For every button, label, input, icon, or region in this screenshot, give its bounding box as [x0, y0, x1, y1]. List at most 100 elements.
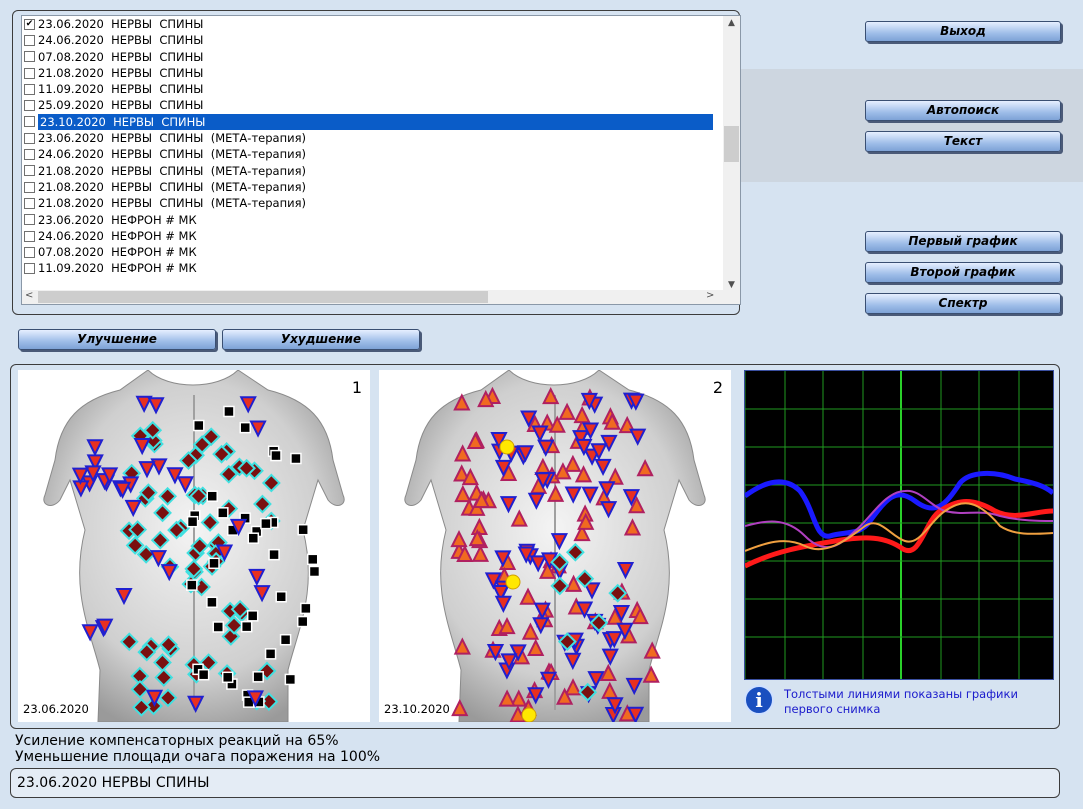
- marker-square: [260, 517, 272, 530]
- marker-square: [212, 621, 225, 633]
- vertical-scroll-thumb[interactable]: [724, 126, 739, 162]
- autosearch-button[interactable]: Автопоиск: [865, 100, 1061, 121]
- list-item[interactable]: 11.09.2020 НЕРВЫ СПИНЫ: [22, 81, 724, 97]
- checkbox[interactable]: [24, 165, 35, 177]
- marker-square: [270, 449, 282, 462]
- checkbox[interactable]: [24, 116, 35, 128]
- list-item[interactable]: 07.08.2020 НЕРВЫ СПИНЫ: [22, 49, 724, 65]
- marker-square: [268, 548, 280, 561]
- list-item[interactable]: 24.06.2020 НЕФРОН # МК: [22, 228, 724, 244]
- checkbox[interactable]: [24, 214, 35, 226]
- list-item[interactable]: 07.08.2020 НЕФРОН # МК: [22, 244, 724, 260]
- list-item[interactable]: 11.09.2020 НЕФРОН # МК: [22, 260, 724, 276]
- marker-square: [186, 515, 199, 528]
- list-item[interactable]: ✔ 23.06.2020 НЕРВЫ СПИНЫ: [22, 16, 724, 32]
- worsening-button[interactable]: Ухудшение: [222, 329, 420, 350]
- checkbox[interactable]: [24, 181, 35, 193]
- graph-info: i Толстыми линиями показаны графики перв…: [744, 685, 1054, 721]
- second-scan-number: 2: [712, 378, 723, 397]
- list-item[interactable]: 21.08.2020 НЕРВЫ СПИНЫ (МЕТА-терапия): [22, 163, 724, 179]
- scroll-right-icon[interactable]: >: [706, 290, 714, 301]
- graph-info-text: Толстыми линиями показаны графики первог…: [784, 687, 1018, 717]
- list-item-label: 23.06.2020 НЕФРОН # МК: [38, 212, 197, 227]
- marker-square: [284, 673, 297, 686]
- list-item-label: 07.08.2020 НЕРВЫ СПИНЫ: [38, 49, 204, 64]
- spectrum-graph: [743, 370, 1055, 680]
- list-item[interactable]: 23.10.2020 НЕРВЫ СПИНЫ: [22, 112, 724, 132]
- first-back-figure: [43, 369, 345, 723]
- list-item-label: 24.06.2020 НЕРВЫ СПИНЫ: [38, 33, 204, 48]
- info-icon: i: [744, 685, 774, 715]
- graph-info-line2: первого снимка: [784, 702, 881, 716]
- list-item-label: 11.09.2020 НЕРВЫ СПИНЫ: [38, 82, 204, 97]
- checkbox[interactable]: ✔: [24, 18, 35, 30]
- checkbox[interactable]: [24, 149, 35, 161]
- first-scan-number: 1: [351, 378, 362, 397]
- marker-square: [206, 490, 218, 502]
- checkbox[interactable]: [24, 34, 35, 46]
- scroll-up-icon[interactable]: ▲: [723, 18, 740, 28]
- status-line-1: Усиление компенсаторных реакций на 65%: [15, 733, 339, 749]
- graph-info-line1: Толстыми линиями показаны графики: [784, 687, 1018, 701]
- scroll-down-icon[interactable]: ▼: [723, 280, 740, 290]
- checkbox[interactable]: [24, 197, 35, 209]
- scroll-left-icon[interactable]: <: [25, 290, 33, 301]
- study-listbox: ✔ 23.06.2020 НЕРВЫ СПИНЫ 24.06.2020 НЕРВЫ …: [12, 10, 741, 315]
- checkbox[interactable]: [24, 132, 35, 144]
- marker-square: [300, 602, 312, 615]
- current-study-field[interactable]: 23.06.2020 НЕРВЫ СПИНЫ: [10, 768, 1060, 798]
- checkbox[interactable]: [24, 100, 35, 112]
- first-scan-date: 23.06.2020: [23, 702, 89, 716]
- checkbox[interactable]: [24, 83, 35, 95]
- list-item-label: 24.06.2020 НЕРВЫ СПИНЫ (МЕТА-терапия): [38, 147, 306, 162]
- marker-square: [217, 507, 229, 519]
- list-item[interactable]: 23.06.2020 НЕФРОН # МК: [22, 212, 724, 228]
- marker-square: [206, 596, 218, 609]
- list-item-label: 23.06.2020 НЕРВЫ СПИНЫ: [38, 17, 204, 31]
- exit-button[interactable]: Выход: [865, 21, 1061, 42]
- marker-hexagon: [505, 574, 521, 590]
- status-line-2: Уменьшение площади очага поражения на 10…: [15, 749, 381, 765]
- list-item[interactable]: 25.09.2020 НЕРВЫ СПИНЫ: [22, 97, 724, 113]
- marker-square: [308, 565, 321, 578]
- checkbox[interactable]: [24, 67, 35, 79]
- spectrum-graph-canvas: [743, 371, 1055, 679]
- graph-curves: [743, 471, 1055, 569]
- checkbox[interactable]: [24, 51, 35, 63]
- improvement-button[interactable]: Улучшение: [18, 329, 216, 350]
- checkbox[interactable]: [24, 263, 35, 275]
- text-button[interactable]: Текст: [865, 131, 1061, 152]
- spectrum-button[interactable]: Спектр: [865, 293, 1061, 314]
- second-scan-date: 23.10.2020: [384, 702, 450, 716]
- horizontal-scrollbar[interactable]: < >: [22, 290, 740, 304]
- second-graph-button[interactable]: Второй график: [865, 262, 1061, 283]
- first-graph-button[interactable]: Первый график: [865, 231, 1061, 252]
- list-item[interactable]: 24.06.2020 НЕРВЫ СПИНЫ: [22, 32, 724, 48]
- checkbox[interactable]: [24, 246, 35, 258]
- list-item-label: 24.06.2020 НЕФРОН # МК: [38, 228, 197, 243]
- comparison-panel: 1 23.06.2020 2 23.10.2020 i Толстыми лин…: [10, 364, 1060, 729]
- graph-line-red: [743, 499, 1054, 569]
- list-item-label: 21.08.2020 НЕРВЫ СПИНЫ (МЕТА-терапия): [38, 196, 306, 211]
- marker-square: [221, 671, 234, 684]
- second-scan-image[interactable]: 2 23.10.2020: [379, 369, 731, 725]
- study-list[interactable]: ✔ 23.06.2020 НЕРВЫ СПИНЫ 24.06.2020 НЕРВЫ …: [21, 15, 741, 305]
- second-back-figure: [404, 369, 706, 725]
- gray-band: [740, 69, 1083, 182]
- checkbox[interactable]: [24, 230, 35, 242]
- list-item[interactable]: 24.06.2020 НЕРВЫ СПИНЫ (МЕТА-терапия): [22, 146, 724, 162]
- vertical-scrollbar[interactable]: ▲ ▼: [723, 16, 740, 292]
- horizontal-scroll-thumb[interactable]: [38, 291, 488, 303]
- list-item-label: 21.08.2020 НЕРВЫ СПИНЫ: [38, 65, 204, 80]
- marker-square: [296, 615, 309, 628]
- list-item[interactable]: 21.08.2020 НЕРВЫ СПИНЫ (МЕТА-терапия): [22, 179, 724, 195]
- marker-square: [197, 668, 210, 681]
- list-item[interactable]: 23.06.2020 НЕРВЫ СПИНЫ (МЕТА-терапия): [22, 130, 724, 146]
- list-item-label: 21.08.2020 НЕРВЫ СПИНЫ (МЕТА-терапия): [38, 163, 306, 178]
- marker-square: [252, 671, 264, 683]
- list-item-label: 11.09.2020 НЕФРОН # МК: [38, 261, 197, 276]
- marker-square: [208, 557, 220, 570]
- list-item[interactable]: 21.08.2020 НЕРВЫ СПИНЫ (МЕТА-терапия): [22, 195, 724, 211]
- first-scan-image[interactable]: 1 23.06.2020: [18, 369, 370, 723]
- list-item[interactable]: 21.08.2020 НЕРВЫ СПИНЫ: [22, 65, 724, 81]
